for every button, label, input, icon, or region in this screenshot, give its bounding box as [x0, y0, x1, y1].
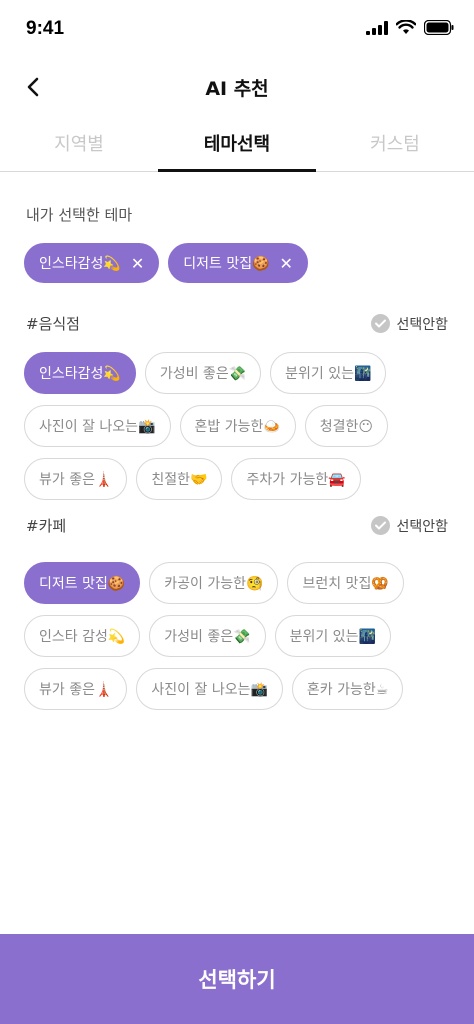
selected-themes-label: 내가 선택한 테마: [26, 206, 133, 224]
header: AI 추천: [0, 60, 474, 112]
theme-chip[interactable]: 분위기 있는🌃: [274, 615, 391, 657]
no-select-label: 선택안함: [396, 518, 448, 535]
restaurant-section-header: #음식점 선택안함: [26, 313, 448, 334]
theme-chip[interactable]: 가성비 좋은💸: [144, 352, 262, 394]
theme-chip[interactable]: 디저트 맛집🍪: [24, 562, 141, 604]
status-bar: 9:41: [0, 0, 474, 60]
cafe-section-header: #카페 선택안함: [26, 515, 448, 536]
remove-icon[interactable]: ✕: [131, 254, 144, 273]
selected-chip[interactable]: 디저트 맛집🍪 ✕: [168, 243, 308, 283]
cafe-no-select-toggle[interactable]: 선택안함: [371, 516, 448, 536]
theme-chip[interactable]: 뷰가 좋은🗼: [24, 458, 128, 500]
restaurant-chip-row: 사진이 잘 나오는📸 혼밥 가능한🍛 청결한😶: [24, 405, 389, 447]
cafe-chip-row: 뷰가 좋은🗼 사진이 잘 나오는📸 혼카 가능한☕: [24, 668, 404, 710]
theme-chip[interactable]: 주차가 가능한🚘: [231, 458, 361, 500]
cafe-chip-row: 인스타 감성💫 가성비 좋은💸 분위기 있는🌃: [24, 615, 391, 657]
signal-icon: [366, 20, 388, 35]
check-icon: [371, 516, 391, 535]
no-select-label: 선택안함: [396, 316, 448, 333]
remove-icon[interactable]: ✕: [280, 254, 293, 273]
status-icons: [366, 20, 454, 35]
theme-chip[interactable]: 인스타 감성💫: [24, 615, 141, 657]
restaurant-no-select-toggle[interactable]: 선택안함: [371, 314, 448, 334]
theme-chip[interactable]: 사진이 잘 나오는📸: [24, 405, 171, 447]
restaurant-section-title: #음식점: [26, 315, 80, 333]
theme-chip[interactable]: 분위기 있는🌃: [270, 352, 387, 394]
theme-chip[interactable]: 청결한😶: [304, 405, 389, 447]
battery-icon: [424, 20, 454, 35]
selected-chip[interactable]: 인스타감성💫 ✕: [24, 243, 160, 283]
theme-chip[interactable]: 브런치 맛집🥨: [287, 562, 404, 604]
cafe-section-title: #카페: [26, 517, 67, 535]
theme-chip[interactable]: 친절한🤝: [136, 458, 223, 500]
theme-chip[interactable]: 혼밥 가능한🍛: [179, 405, 296, 447]
submit-button[interactable]: 선택하기: [0, 934, 474, 1024]
status-time: 9:41: [26, 18, 65, 39]
restaurant-chip-row: 뷰가 좋은🗼 친절한🤝 주차가 가능한🚘: [24, 458, 361, 500]
wifi-icon: [396, 20, 416, 34]
chip-label: 디저트 맛집🍪: [183, 256, 270, 272]
check-icon: [371, 314, 391, 333]
cafe-chip-row: 디저트 맛집🍪 카공이 가능한🧐 브런치 맛집🥨: [24, 562, 404, 604]
theme-chip[interactable]: 뷰가 좋은🗼: [24, 668, 128, 710]
theme-chip[interactable]: 카공이 가능한🧐: [149, 562, 279, 604]
theme-chip[interactable]: 가성비 좋은💸: [149, 615, 266, 657]
page-title: AI 추천: [205, 78, 269, 100]
theme-chip[interactable]: 혼카 가능한☕: [291, 668, 404, 710]
tab-theme[interactable]: 테마선택: [158, 118, 316, 172]
tab-region[interactable]: 지역별: [0, 118, 158, 171]
tab-custom[interactable]: 커스텀: [316, 118, 474, 171]
chip-label: 인스타감성💫: [39, 256, 121, 272]
selected-chip-row: 인스타감성💫 ✕ 디저트 맛집🍪 ✕: [24, 243, 308, 283]
theme-chip[interactable]: 사진이 잘 나오는📸: [136, 668, 283, 710]
tab-bar: 지역별 테마선택 커스텀: [0, 118, 474, 172]
theme-chip[interactable]: 인스타감성💫: [24, 352, 136, 394]
restaurant-chip-row: 인스타감성💫 가성비 좋은💸 분위기 있는🌃: [24, 352, 387, 394]
